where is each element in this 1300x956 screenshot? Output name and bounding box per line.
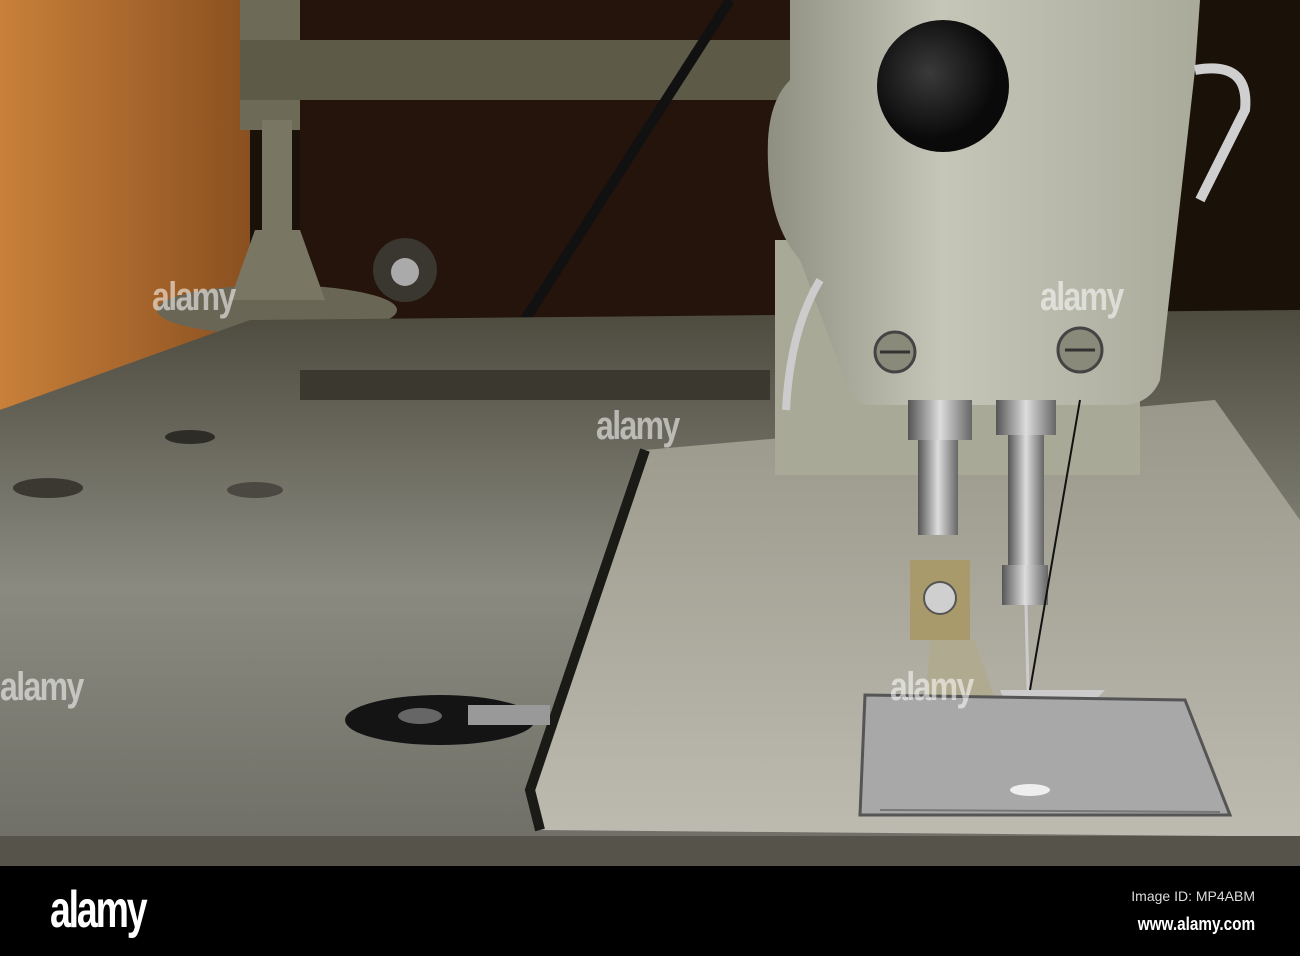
watermark: alamy: [152, 275, 236, 319]
watermark: alamy: [1040, 275, 1124, 319]
footer-bar: alamy Image ID: MP4ABM www.alamy.com: [0, 866, 1300, 956]
alamy-logo: alamy: [50, 881, 148, 939]
watermark: alamy: [596, 404, 680, 448]
stock-photo-page: alamy alamy alamy alamy alamy alamy Imag…: [0, 0, 1300, 956]
image-id: Image ID: MP4ABM: [1131, 888, 1255, 904]
site-url[interactable]: www.alamy.com: [1138, 914, 1255, 935]
watermark: alamy: [0, 665, 84, 709]
watermark: alamy: [890, 665, 974, 709]
